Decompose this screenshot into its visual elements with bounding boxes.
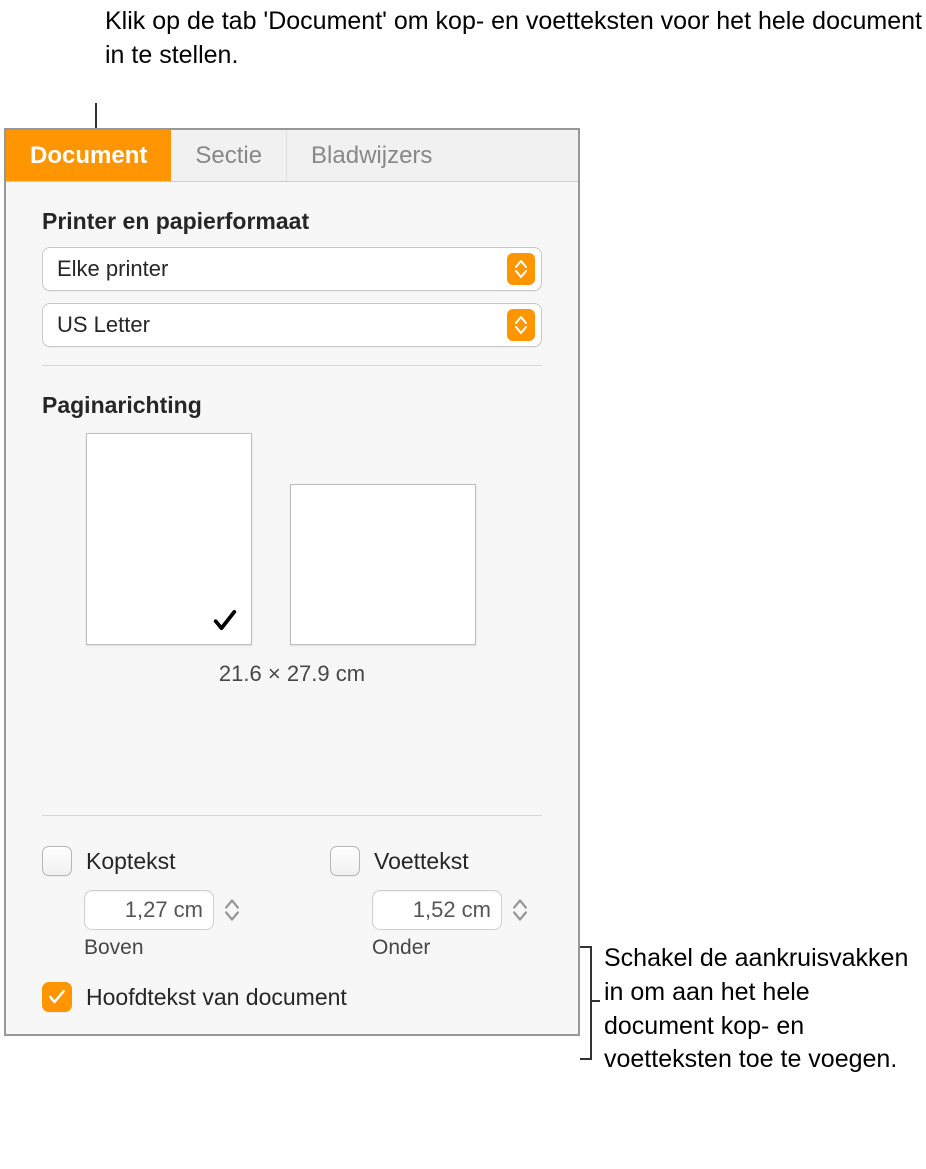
- koptekst-checkbox[interactable]: [42, 846, 72, 876]
- voettekst-checkbox[interactable]: [330, 846, 360, 876]
- inspector-tabs: Document Sectie Bladwijzers: [6, 130, 578, 182]
- printer-paper-heading: Printer en papierformaat: [42, 208, 542, 235]
- stepper-arrows-icon[interactable]: [220, 890, 244, 930]
- mainbody-row: Hoofdtekst van document: [6, 960, 578, 1034]
- checkmark-icon: [211, 606, 239, 634]
- tab-sectie[interactable]: Sectie: [171, 130, 287, 181]
- page-size-label: 21.6 × 27.9 cm: [42, 661, 542, 687]
- header-column: Koptekst Boven: [42, 846, 254, 960]
- hoofdtekst-label: Hoofdtekst van document: [86, 984, 347, 1011]
- callout-right-bracket: [580, 946, 600, 1056]
- callout-right-text: Schakel de aankruisvakken in om aan het …: [604, 942, 924, 1077]
- boven-sublabel: Boven: [84, 936, 254, 960]
- hoofdtekst-checkbox[interactable]: [42, 982, 72, 1012]
- printer-popup-value: Elke printer: [57, 256, 507, 282]
- koptekst-stepper-input[interactable]: [84, 890, 214, 930]
- voettekst-label: Voettekst: [374, 848, 469, 875]
- orientation-portrait-button[interactable]: [86, 433, 252, 645]
- paper-popup[interactable]: US Letter: [42, 303, 542, 347]
- updown-arrows-icon: [507, 253, 535, 285]
- printer-paper-section: Printer en papierformaat Elke printer US…: [6, 182, 578, 366]
- paper-popup-value: US Letter: [57, 312, 507, 338]
- onder-sublabel: Onder: [372, 936, 542, 960]
- stepper-arrows-icon[interactable]: [508, 890, 532, 930]
- tab-document[interactable]: Document: [6, 130, 171, 181]
- voettekst-stepper-input[interactable]: [372, 890, 502, 930]
- orientation-landscape-button[interactable]: [290, 484, 476, 645]
- page-orientation-section: Paginarichting 21.6 × 27.9 cm: [6, 366, 578, 816]
- tab-bladwijzers[interactable]: Bladwijzers: [287, 130, 456, 181]
- printer-popup[interactable]: Elke printer: [42, 247, 542, 291]
- koptekst-label: Koptekst: [86, 848, 176, 875]
- header-footer-section: Koptekst Boven Voettekst: [6, 816, 578, 960]
- footer-column: Voettekst Onder: [330, 846, 542, 960]
- callout-top-text: Klik op de tab 'Document' om kop- en voe…: [105, 5, 926, 73]
- document-inspector-panel: Document Sectie Bladwijzers Printer en p…: [4, 128, 580, 1036]
- orientation-heading: Paginarichting: [42, 392, 542, 419]
- updown-arrows-icon: [507, 309, 535, 341]
